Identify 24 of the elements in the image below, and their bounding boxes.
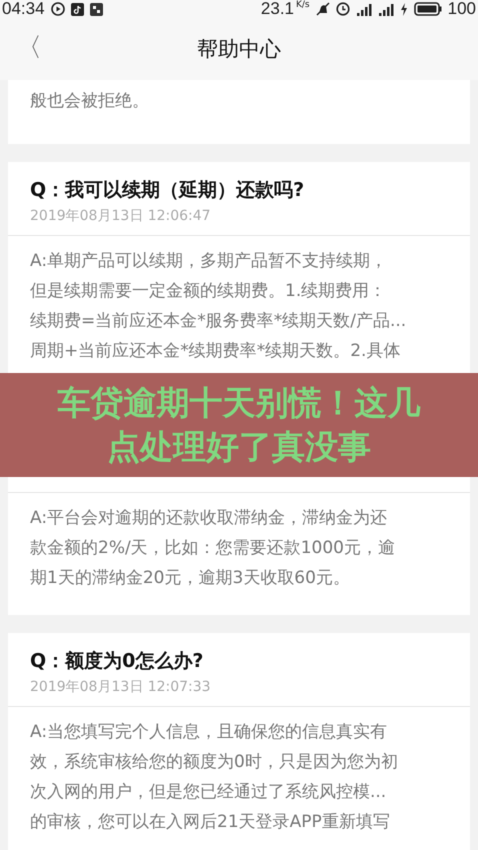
music-note-icon [70, 2, 84, 16]
faq-date: 2019年08月13日 12:07:33 [30, 678, 212, 696]
speed-unit: K/s [296, 0, 310, 10]
faq-answer: 般也会被拒绝。 [30, 90, 150, 113]
battery-icon [414, 2, 442, 16]
alarm-icon [336, 2, 350, 16]
play-icon [50, 2, 65, 16]
battery-percent: 100 [448, 0, 476, 19]
network-speed: 23.1 [260, 0, 294, 19]
banner-headline: 车贷逾期十天别慌！这几 点处理好了真没事 [58, 382, 420, 468]
faq-question: Q：额度为0怎么办? [30, 649, 204, 674]
clock-time: 04:34 [2, 0, 45, 19]
faq-date: 2019年08月13日 12:06:47 [30, 207, 212, 225]
mute-icon [316, 2, 330, 16]
page-title: 帮助中心 [197, 36, 281, 63]
faq-answer: A:单期产品可以续期，多期产品暂不支持续期， 但是续期需要一定金额的续期费。1.续期费用： 续期费=当前应还本金*服务费率*续期天数/产品... 周期+当前应还本金*续期费率*续期天数。2.具体 [29, 250, 408, 363]
back-button[interactable]: 〈 [10, 30, 48, 65]
charging-icon [400, 2, 408, 16]
faq-answer: A:平台会对逾期的还款收取滞纳金，滞纳金为还 款金额的2%/天，比如：您需要还款1000元，逾 期1天的滞纳金20元，逾期3天收取60元。 [29, 507, 396, 590]
faq-answer: A:当您填写完个人信息，且确保您的信息真实有 效，系统审核给您的额度为0时，只是因为您为初 次入网的用户，但是您已经通过了系统风控模... 的审核，您可以在入网后21天登录APP重新填写 [29, 721, 399, 834]
signal-icon [378, 2, 394, 16]
signal-icon [356, 2, 372, 16]
faq-question: Q：我可以续期（延期）还款吗? [30, 178, 306, 203]
app-icon [90, 2, 103, 16]
